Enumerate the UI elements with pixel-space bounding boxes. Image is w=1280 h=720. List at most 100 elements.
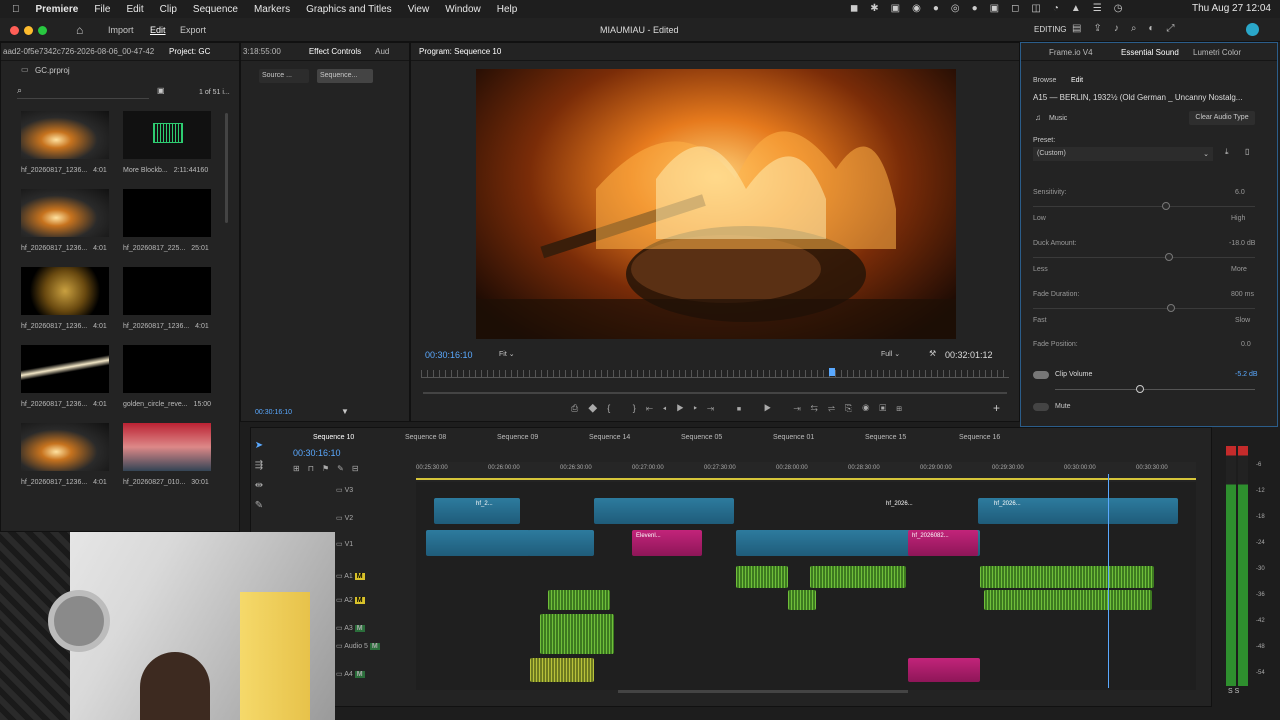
wrench-icon[interactable]: ⚒ bbox=[929, 349, 936, 358]
tab-sequence-14[interactable]: Sequence 14 bbox=[589, 434, 630, 441]
project-item-thumbnail[interactable] bbox=[21, 345, 109, 393]
tab-essential-sound[interactable]: Essential Sound bbox=[1121, 48, 1179, 57]
menu-window[interactable]: Window bbox=[445, 4, 481, 15]
menu-help[interactable]: Help bbox=[497, 4, 518, 15]
duck-slider[interactable] bbox=[1033, 257, 1255, 258]
nav-edit[interactable]: Edit bbox=[150, 25, 166, 35]
razor-icon[interactable]: ✎ bbox=[250, 496, 268, 516]
program-playhead[interactable] bbox=[829, 368, 835, 376]
add-button[interactable]: + bbox=[993, 401, 1000, 415]
project-item-thumbnail[interactable] bbox=[123, 111, 211, 159]
project-item-thumbnail[interactable] bbox=[21, 267, 109, 315]
program-title[interactable]: Program: Sequence 10 bbox=[419, 47, 501, 56]
tab-sequence-05[interactable]: Sequence 05 bbox=[681, 434, 722, 441]
mute-toggle[interactable] bbox=[1033, 403, 1049, 411]
tab-effect-controls[interactable]: Effect Controls bbox=[309, 47, 361, 56]
duck-knob[interactable] bbox=[1165, 253, 1173, 261]
clip-volume-knob[interactable] bbox=[1136, 385, 1144, 393]
scrollbar[interactable] bbox=[225, 113, 228, 223]
track-header[interactable]: ▭ V1 bbox=[336, 540, 353, 548]
menu-file[interactable]: File bbox=[94, 4, 110, 15]
save-preset-icon[interactable]: ⤓ bbox=[1225, 147, 1229, 157]
timeline-playhead[interactable] bbox=[1108, 474, 1109, 688]
track-header[interactable]: ▭ V2 bbox=[336, 514, 353, 522]
project-item-thumbnail[interactable] bbox=[123, 267, 211, 315]
audio-clip[interactable] bbox=[736, 566, 788, 588]
project-item-thumbnail[interactable] bbox=[21, 111, 109, 159]
delete-preset-icon[interactable]: ▯ bbox=[1245, 147, 1249, 156]
track-header[interactable]: ▭ V3 bbox=[336, 486, 353, 494]
menu-sequence[interactable]: Sequence bbox=[193, 4, 238, 15]
source-time-tab[interactable]: 3:18:55:00 bbox=[243, 47, 281, 56]
sensitivity-knob[interactable] bbox=[1162, 202, 1170, 210]
tab-sequence-01[interactable]: Sequence 01 bbox=[773, 434, 814, 441]
sensitivity-slider[interactable] bbox=[1033, 206, 1255, 207]
audio-clip[interactable] bbox=[908, 658, 980, 682]
audio-clip[interactable] bbox=[980, 566, 1154, 588]
timeline-ruler[interactable]: 00:25:30:00 00:26:00:00 00:26:30:00 00:27:0… bbox=[416, 462, 1196, 480]
project-item-thumbnail[interactable] bbox=[123, 345, 211, 393]
timeline-scrollbar[interactable] bbox=[618, 690, 908, 693]
duck-value[interactable]: -18.0 dB bbox=[1229, 240, 1255, 247]
zoom-window-button[interactable] bbox=[38, 26, 47, 35]
track-header[interactable]: ▭ A3 M bbox=[336, 624, 365, 632]
audio-clip[interactable] bbox=[530, 658, 594, 682]
video-clip[interactable] bbox=[426, 530, 530, 556]
project-tab[interactable]: Project: GC bbox=[169, 47, 210, 56]
video-clip[interactable] bbox=[594, 498, 734, 524]
menu-markers[interactable]: Markers bbox=[254, 4, 290, 15]
menu-view[interactable]: View bbox=[408, 4, 430, 15]
filter-icon[interactable]: ▼ bbox=[341, 407, 349, 416]
home-icon[interactable]: ⌂ bbox=[76, 23, 83, 37]
track-header[interactable]: ▭ A1 M bbox=[336, 572, 365, 580]
tab-sequence-15[interactable]: Sequence 15 bbox=[865, 434, 906, 441]
app-menu[interactable]: Premiere bbox=[36, 4, 79, 15]
tab-frameio[interactable]: Frame.io V4 bbox=[1049, 48, 1093, 57]
titlebar-icons[interactable]: ▤⇪♪⌕◐⤢ bbox=[1072, 23, 1186, 34]
nav-import[interactable]: Import bbox=[108, 25, 134, 35]
tab-audio[interactable]: Aud bbox=[375, 47, 389, 56]
project-item-thumbnail[interactable] bbox=[21, 189, 109, 237]
sequence-subtab[interactable]: Sequence... bbox=[317, 69, 373, 83]
project-item-thumbnail[interactable] bbox=[21, 423, 109, 471]
preset-dropdown[interactable]: (Custom) ⌄ bbox=[1033, 147, 1213, 161]
tab-sequence-08[interactable]: Sequence 08 bbox=[405, 434, 446, 441]
nav-export[interactable]: Export bbox=[180, 25, 206, 35]
clear-audio-type-button[interactable]: Clear Audio Type bbox=[1189, 111, 1255, 125]
clip-volume-toggle[interactable] bbox=[1033, 371, 1049, 379]
menu-graphics[interactable]: Graphics and Titles bbox=[306, 4, 392, 15]
selection-tool-icon[interactable]: ➤ bbox=[250, 436, 268, 456]
clip-volume-value[interactable]: -5.2 dB bbox=[1235, 371, 1258, 378]
project-search-input[interactable]: ⌕ bbox=[17, 85, 149, 99]
track-header[interactable]: ▭ Audio 5 M bbox=[336, 642, 380, 650]
zoom-scrollbar[interactable] bbox=[423, 392, 1007, 394]
track-select-icon[interactable]: ⇶ bbox=[250, 456, 268, 476]
program-mini-ruler[interactable] bbox=[421, 370, 1009, 378]
clip-volume-slider[interactable] bbox=[1055, 389, 1255, 390]
meter-solo[interactable]: S S bbox=[1228, 688, 1239, 695]
audio-clip[interactable] bbox=[788, 590, 816, 610]
timeline-tool-icons[interactable]: ⊞⊓⚑✎⊟ bbox=[293, 464, 367, 473]
tab-sequence-10[interactable]: Sequence 10 bbox=[313, 434, 354, 441]
project-item-thumbnail[interactable] bbox=[123, 189, 211, 237]
fit-dropdown[interactable]: Fit ⌄ bbox=[499, 350, 515, 358]
fade-slider[interactable] bbox=[1033, 308, 1255, 309]
tab-browse[interactable]: Browse bbox=[1033, 77, 1056, 84]
tab-lumetri[interactable]: Lumetri Color bbox=[1193, 48, 1241, 57]
apple-icon[interactable]:  bbox=[12, 4, 20, 15]
audio-clip[interactable] bbox=[984, 590, 1152, 610]
track-header[interactable]: ▭ A2 M bbox=[336, 596, 365, 604]
avatar[interactable] bbox=[1246, 23, 1259, 36]
transport-controls[interactable]: ⎙◆{ }⇤◂▶▸⇥ ⏹ ▶ ⇥⇆⇌⎘◉▣⊞ bbox=[571, 403, 912, 414]
workspace-label[interactable]: EDITING bbox=[1034, 25, 1066, 34]
fade-knob[interactable] bbox=[1167, 304, 1175, 312]
ripple-edit-icon[interactable]: ⇹ bbox=[250, 476, 268, 496]
project-item-thumbnail[interactable] bbox=[123, 423, 211, 471]
menu-edit[interactable]: Edit bbox=[126, 4, 143, 15]
menu-clip[interactable]: Clip bbox=[160, 4, 177, 15]
source-subtab[interactable]: Source ... bbox=[259, 69, 309, 83]
audio-clip[interactable] bbox=[548, 590, 610, 610]
audio-clip[interactable] bbox=[810, 566, 906, 588]
tab-sequence-16[interactable]: Sequence 16 bbox=[959, 434, 1000, 441]
fade-value[interactable]: 800 ms bbox=[1231, 291, 1254, 298]
